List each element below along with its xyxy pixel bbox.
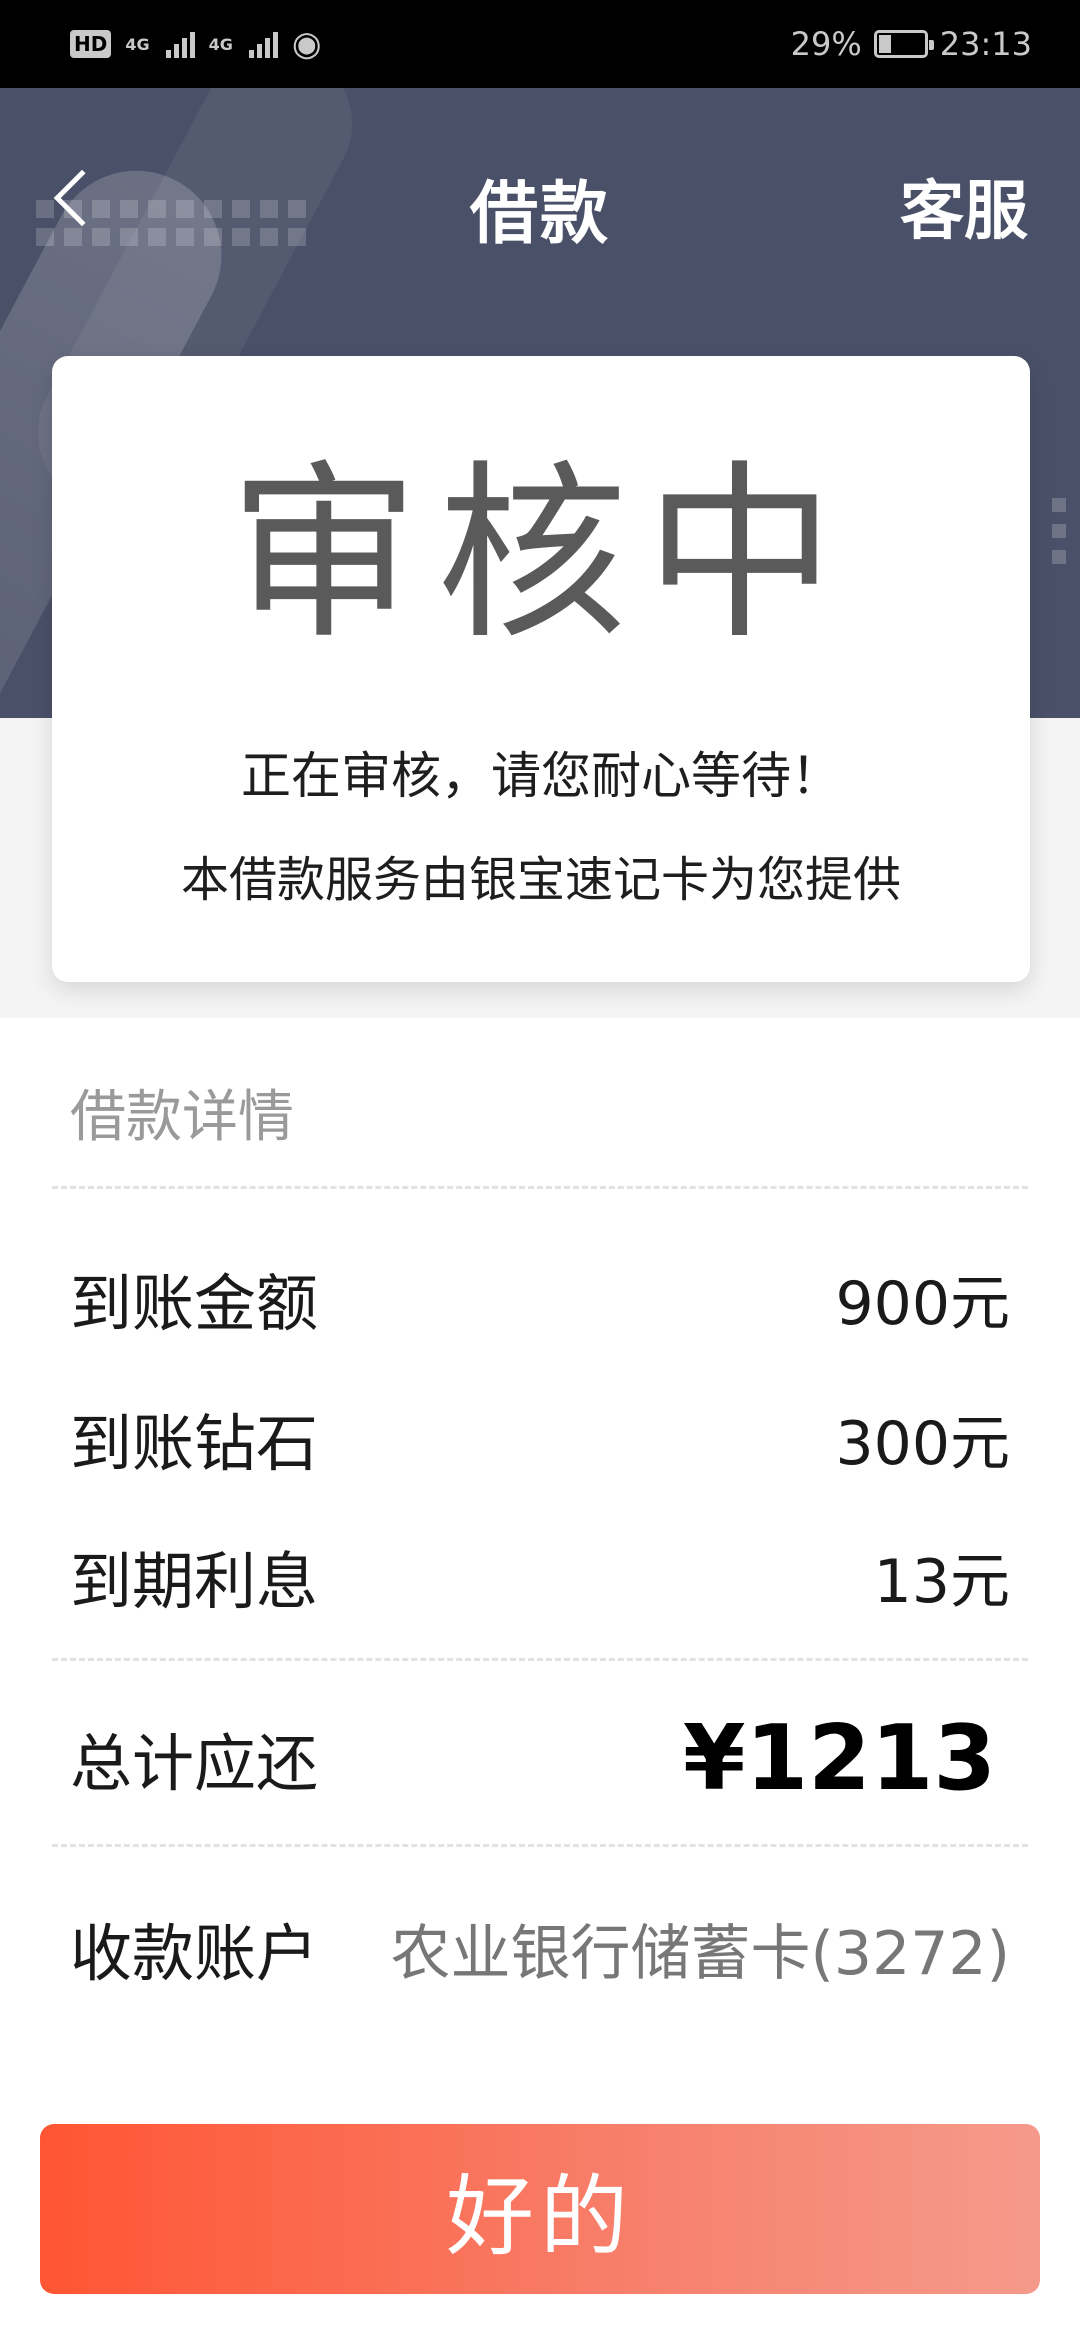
row-label: 到账金额 [70, 1267, 319, 1340]
status-message: 正在审核，请您耐心等待！ [241, 747, 841, 805]
status-left: HD 4G 4G ◉ [70, 24, 322, 64]
review-status-card: 审核中 正在审核，请您耐心等待！ 本借款服务由银宝速记卡为您提供 [52, 356, 1030, 982]
signal-icon-2 [248, 30, 278, 58]
signal-icon-1 [165, 30, 195, 58]
provider-note: 本借款服务由银宝速记卡为您提供 [180, 852, 901, 908]
row-value: 300元 [835, 1408, 1010, 1479]
detail-row-interest: 到期利息 13元 [70, 1526, 1010, 1626]
row-label: 到账钻石 [70, 1407, 319, 1480]
status-bar: HD 4G 4G ◉ 29% 23:13 [0, 0, 1080, 88]
hd-icon: HD [70, 30, 112, 58]
detail-row-account[interactable]: 收款账户 农业银行储蓄卡(3272) [70, 1898, 1010, 1998]
detail-row-received-amount: 到账金额 900元 [70, 1248, 1010, 1348]
divider [52, 1844, 1028, 1847]
section-title: 借款详情 [70, 1085, 294, 1150]
account-label: 收款账户 [70, 1917, 319, 1990]
divider [52, 1186, 1028, 1189]
customer-service-button[interactable]: 客服 [900, 160, 1028, 252]
row-label: 到期利息 [70, 1545, 319, 1618]
ok-button[interactable]: 好的 [40, 2124, 1040, 2294]
total-label: 总计应还 [70, 1727, 319, 1800]
status-title: 审核中 [228, 444, 853, 665]
battery-percent: 29% [790, 25, 862, 63]
total-value: ¥1213 [682, 1705, 996, 1811]
row-value: 900元 [835, 1268, 1010, 1339]
battery-icon [873, 30, 934, 58]
detail-row-diamonds: 到账钻石 300元 [70, 1388, 1010, 1488]
eye-icon: ◉ [291, 24, 322, 64]
decorative-right-dots [1052, 498, 1066, 564]
detail-row-total: 总计应还 ¥1213 [70, 1698, 1010, 1818]
account-value: 农业银行储蓄卡(3272) [390, 1918, 1010, 1989]
row-value: 13元 [873, 1546, 1010, 1617]
divider [52, 1658, 1028, 1661]
clock: 23:13 [939, 25, 1032, 63]
loan-details: 借款详情 到账金额 900元 到账钻石 300元 到期利息 13元 总计应还 ¥… [0, 1018, 1080, 2340]
network-label-1: 4G [125, 34, 150, 54]
status-right: 29% 23:13 [791, 25, 1032, 63]
network-label-2: 4G [208, 34, 233, 54]
